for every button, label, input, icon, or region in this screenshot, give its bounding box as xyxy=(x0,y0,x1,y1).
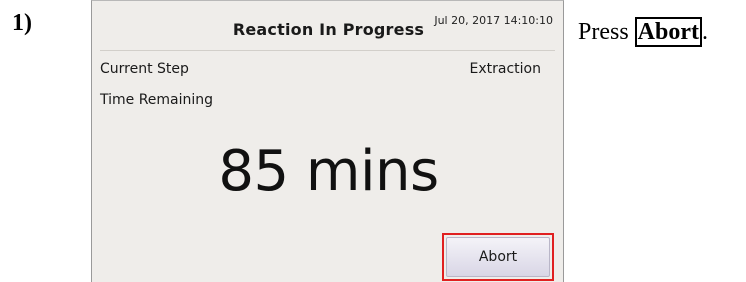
instruction-prefix: Press xyxy=(578,19,635,45)
instruction-keyword: Abort xyxy=(634,17,702,48)
device-screen: Reaction In Progress Jul 20, 2017 14:10:… xyxy=(91,0,564,282)
header-divider xyxy=(100,50,555,51)
abort-button[interactable]: Abort xyxy=(446,237,550,277)
time-remaining-label: Time Remaining xyxy=(100,92,214,108)
step-number: 1) xyxy=(12,10,32,36)
abort-highlight-frame: Abort xyxy=(442,233,554,281)
instruction-suffix: . xyxy=(702,19,708,45)
current-step-label: Current Step xyxy=(100,61,189,77)
current-step-value: Extraction xyxy=(469,61,541,77)
time-remaining-value: 85 mins xyxy=(218,139,439,204)
datetime-display: Jul 20, 2017 14:10:10 xyxy=(434,14,553,27)
instruction-text: Press Abort. xyxy=(578,17,708,48)
